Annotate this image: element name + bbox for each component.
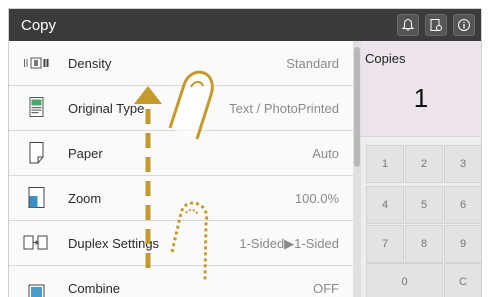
- keypad-key-3[interactable]: 3: [444, 145, 481, 183]
- keypad-key-1[interactable]: 1: [366, 145, 404, 183]
- setting-label: Density: [68, 56, 112, 71]
- document-settings-icon: [430, 19, 442, 31]
- scrollbar-thumb[interactable]: [354, 47, 360, 167]
- copies-display: Copies 1: [361, 41, 481, 137]
- info-button[interactable]: [453, 14, 475, 36]
- setting-label: Combine: [68, 281, 121, 296]
- setting-value: Standard: [286, 56, 339, 71]
- setting-label: Zoom: [68, 191, 102, 206]
- setting-value: OFF: [313, 281, 339, 296]
- keypad-key-5[interactable]: 5: [405, 186, 443, 224]
- copies-count: 1: [413, 83, 429, 113]
- keypad-key-8[interactable]: 8: [405, 225, 443, 263]
- setting-zoom[interactable]: Zoom 100.0%: [9, 176, 353, 221]
- setting-value: Auto: [312, 146, 339, 161]
- paper-icon: [29, 142, 44, 164]
- job-settings-button[interactable]: [425, 14, 447, 36]
- duplex-icon: [23, 235, 48, 250]
- setting-label: Paper: [68, 146, 103, 161]
- info-icon: [458, 19, 470, 31]
- settings-scrollbar[interactable]: [353, 41, 361, 297]
- setting-value: Text / PhotoPrinted: [229, 101, 339, 116]
- title-bar: Copy: [9, 9, 481, 41]
- setting-original-type[interactable]: Original Type Text / PhotoPrinted: [9, 86, 353, 131]
- setting-density[interactable]: Density Standard: [9, 41, 353, 86]
- original-type-icon: [29, 97, 44, 117]
- zoom-icon: [28, 187, 45, 208]
- keypad-key-6[interactable]: 6: [444, 186, 481, 224]
- combine-icon: [28, 284, 45, 297]
- keypad-key-2[interactable]: 2: [405, 145, 443, 183]
- setting-label: Duplex Settings: [68, 236, 160, 251]
- setting-duplex-settings[interactable]: Duplex Settings 1-Sided▶1-Sided: [9, 221, 353, 266]
- keypad-key-7[interactable]: 7: [366, 225, 404, 263]
- setting-label: Original Type: [68, 101, 145, 116]
- density-icon: [24, 57, 49, 69]
- setting-combine[interactable]: Combine OFF: [9, 266, 353, 297]
- keypad-key-clear[interactable]: C: [444, 263, 481, 297]
- keypad-key-0[interactable]: 0: [366, 263, 443, 297]
- setting-paper[interactable]: Paper Auto: [9, 131, 353, 176]
- keypad-key-4[interactable]: 4: [366, 186, 404, 224]
- setting-value: 100.0%: [294, 191, 339, 206]
- settings-list[interactable]: Density Standard Original Type Text / Ph…: [9, 41, 353, 297]
- keypad-key-9[interactable]: 9: [444, 225, 481, 263]
- notification-button[interactable]: [397, 14, 419, 36]
- bell-icon: [401, 18, 415, 31]
- copy-screen: Copy Density Standard Original Type Text…: [8, 8, 482, 297]
- copies-label: Copies: [365, 51, 406, 66]
- setting-value: 1-Sided▶1-Sided: [239, 236, 339, 251]
- copies-panel: Copies 1 1 2 3 4 5 6 7 8 9 0 C: [361, 41, 481, 297]
- screen-title: Copy: [21, 17, 57, 34]
